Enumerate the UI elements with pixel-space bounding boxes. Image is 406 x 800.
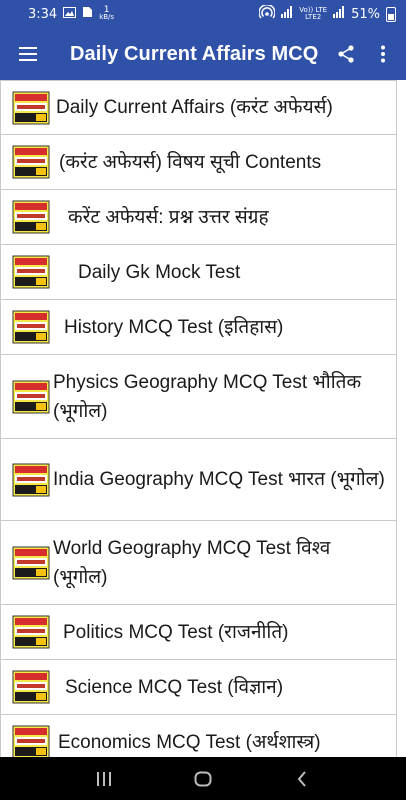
system-nav-bar [0, 757, 406, 800]
home-button[interactable] [183, 759, 223, 799]
back-button[interactable] [282, 759, 322, 799]
home-icon [194, 771, 212, 786]
share-button[interactable] [326, 28, 366, 80]
hamburger-menu-icon [19, 47, 37, 61]
recent-apps-icon [97, 771, 112, 786]
list-item-daily-current-affairs[interactable]: Daily Current Affairs (करंट अफेयर्स) [0, 80, 397, 135]
current-affairs-book-icon [12, 200, 50, 234]
list-item-economics[interactable]: Economics MCQ Test (अर्थशास्त्र) [0, 715, 397, 757]
list-item-label: Politics MCQ Test (राजनीति) [63, 621, 289, 643]
list-item-science[interactable]: Science MCQ Test (विज्ञान) [0, 660, 397, 715]
list-item-physics-geography[interactable]: Physics Geography MCQ Test भौतिक (भूगोल) [0, 355, 397, 439]
current-affairs-book-icon [12, 255, 50, 289]
overflow-menu-button[interactable] [366, 28, 400, 80]
app-bar: Daily Current Affairs MCQ [0, 28, 406, 80]
list-item-label: (करंट अफेयर्स) विषय सूची Contents [59, 151, 322, 173]
list-item-label: करेंट अफेयर्स: प्रश्न उत्तर संग्रह [68, 206, 269, 228]
current-affairs-book-icon [12, 670, 50, 704]
list-item-label: India Geography MCQ Test भारत (भूगोल) [53, 469, 385, 490]
list-item-label: Science MCQ Test (विज्ञान) [65, 676, 284, 698]
list-item-politics[interactable]: Politics MCQ Test (राजनीति) [0, 605, 397, 660]
network-label-bottom: LTE2 [305, 13, 322, 21]
list-item-gk-mock-test[interactable]: Daily Gk Mock Test [0, 245, 397, 300]
recent-apps-button[interactable] [84, 759, 124, 799]
signal-icon [281, 6, 293, 22]
list-item-world-geography[interactable]: World Geography MCQ Test विश्व (भूगोल) [0, 521, 397, 605]
topic-list: Daily Current Affairs (करंट अफेयर्स) (कर… [0, 80, 406, 757]
list-item-label: Daily Current Affairs (करंट अफेयर्स) [56, 97, 333, 118]
list-item-label: Physics Geography MCQ Test भौतिक (भूगोल) [53, 371, 362, 422]
current-affairs-book-icon [12, 615, 50, 649]
list-item-qa-collection[interactable]: करेंट अफेयर्स: प्रश्न उत्तर संग्रह [0, 190, 397, 245]
current-affairs-book-icon [12, 310, 50, 344]
app-title: Daily Current Affairs MCQ [70, 42, 319, 65]
list-item-label: World Geography MCQ Test विश्व (भूगोल) [53, 537, 331, 588]
menu-button[interactable] [0, 28, 56, 80]
list-item-contents[interactable]: (करंट अफेयर्स) विषय सूची Contents [0, 135, 397, 190]
sim-notification-icon [82, 6, 93, 22]
list-item-label: History MCQ Test (इतिहास) [64, 316, 284, 338]
status-time: 3:34 [28, 6, 58, 22]
signal-icon-2 [333, 6, 345, 22]
current-affairs-book-icon [12, 725, 50, 757]
hotspot-icon [258, 3, 276, 23]
share-icon [338, 45, 354, 63]
network-labels: Vo)) LTE LTE2 [299, 7, 327, 21]
back-icon [297, 770, 306, 787]
current-affairs-book-icon [12, 91, 50, 124]
battery-icon [386, 6, 396, 22]
current-affairs-book-icon [12, 145, 50, 179]
list-item-history[interactable]: History MCQ Test (इतिहास) [0, 300, 397, 355]
data-speed-unit: kB/s [99, 13, 115, 21]
data-speed: 1 kB/s [99, 6, 115, 21]
current-affairs-book-icon [12, 546, 50, 579]
list-item-india-geography[interactable]: India Geography MCQ Test भारत (भूगोल) [0, 439, 397, 521]
current-affairs-book-icon [12, 380, 50, 413]
current-affairs-book-icon [12, 463, 50, 496]
status-bar: 3:34 1 kB/s Vo)) LTE LTE2 51% [0, 0, 406, 28]
list-item-label: Daily Gk Mock Test [78, 261, 241, 283]
more-vert-icon [381, 45, 385, 63]
gallery-notification-icon [63, 6, 77, 22]
battery-percent: 51% [351, 6, 380, 22]
list-item-label: Economics MCQ Test (अर्थशास्त्र) [58, 731, 321, 753]
